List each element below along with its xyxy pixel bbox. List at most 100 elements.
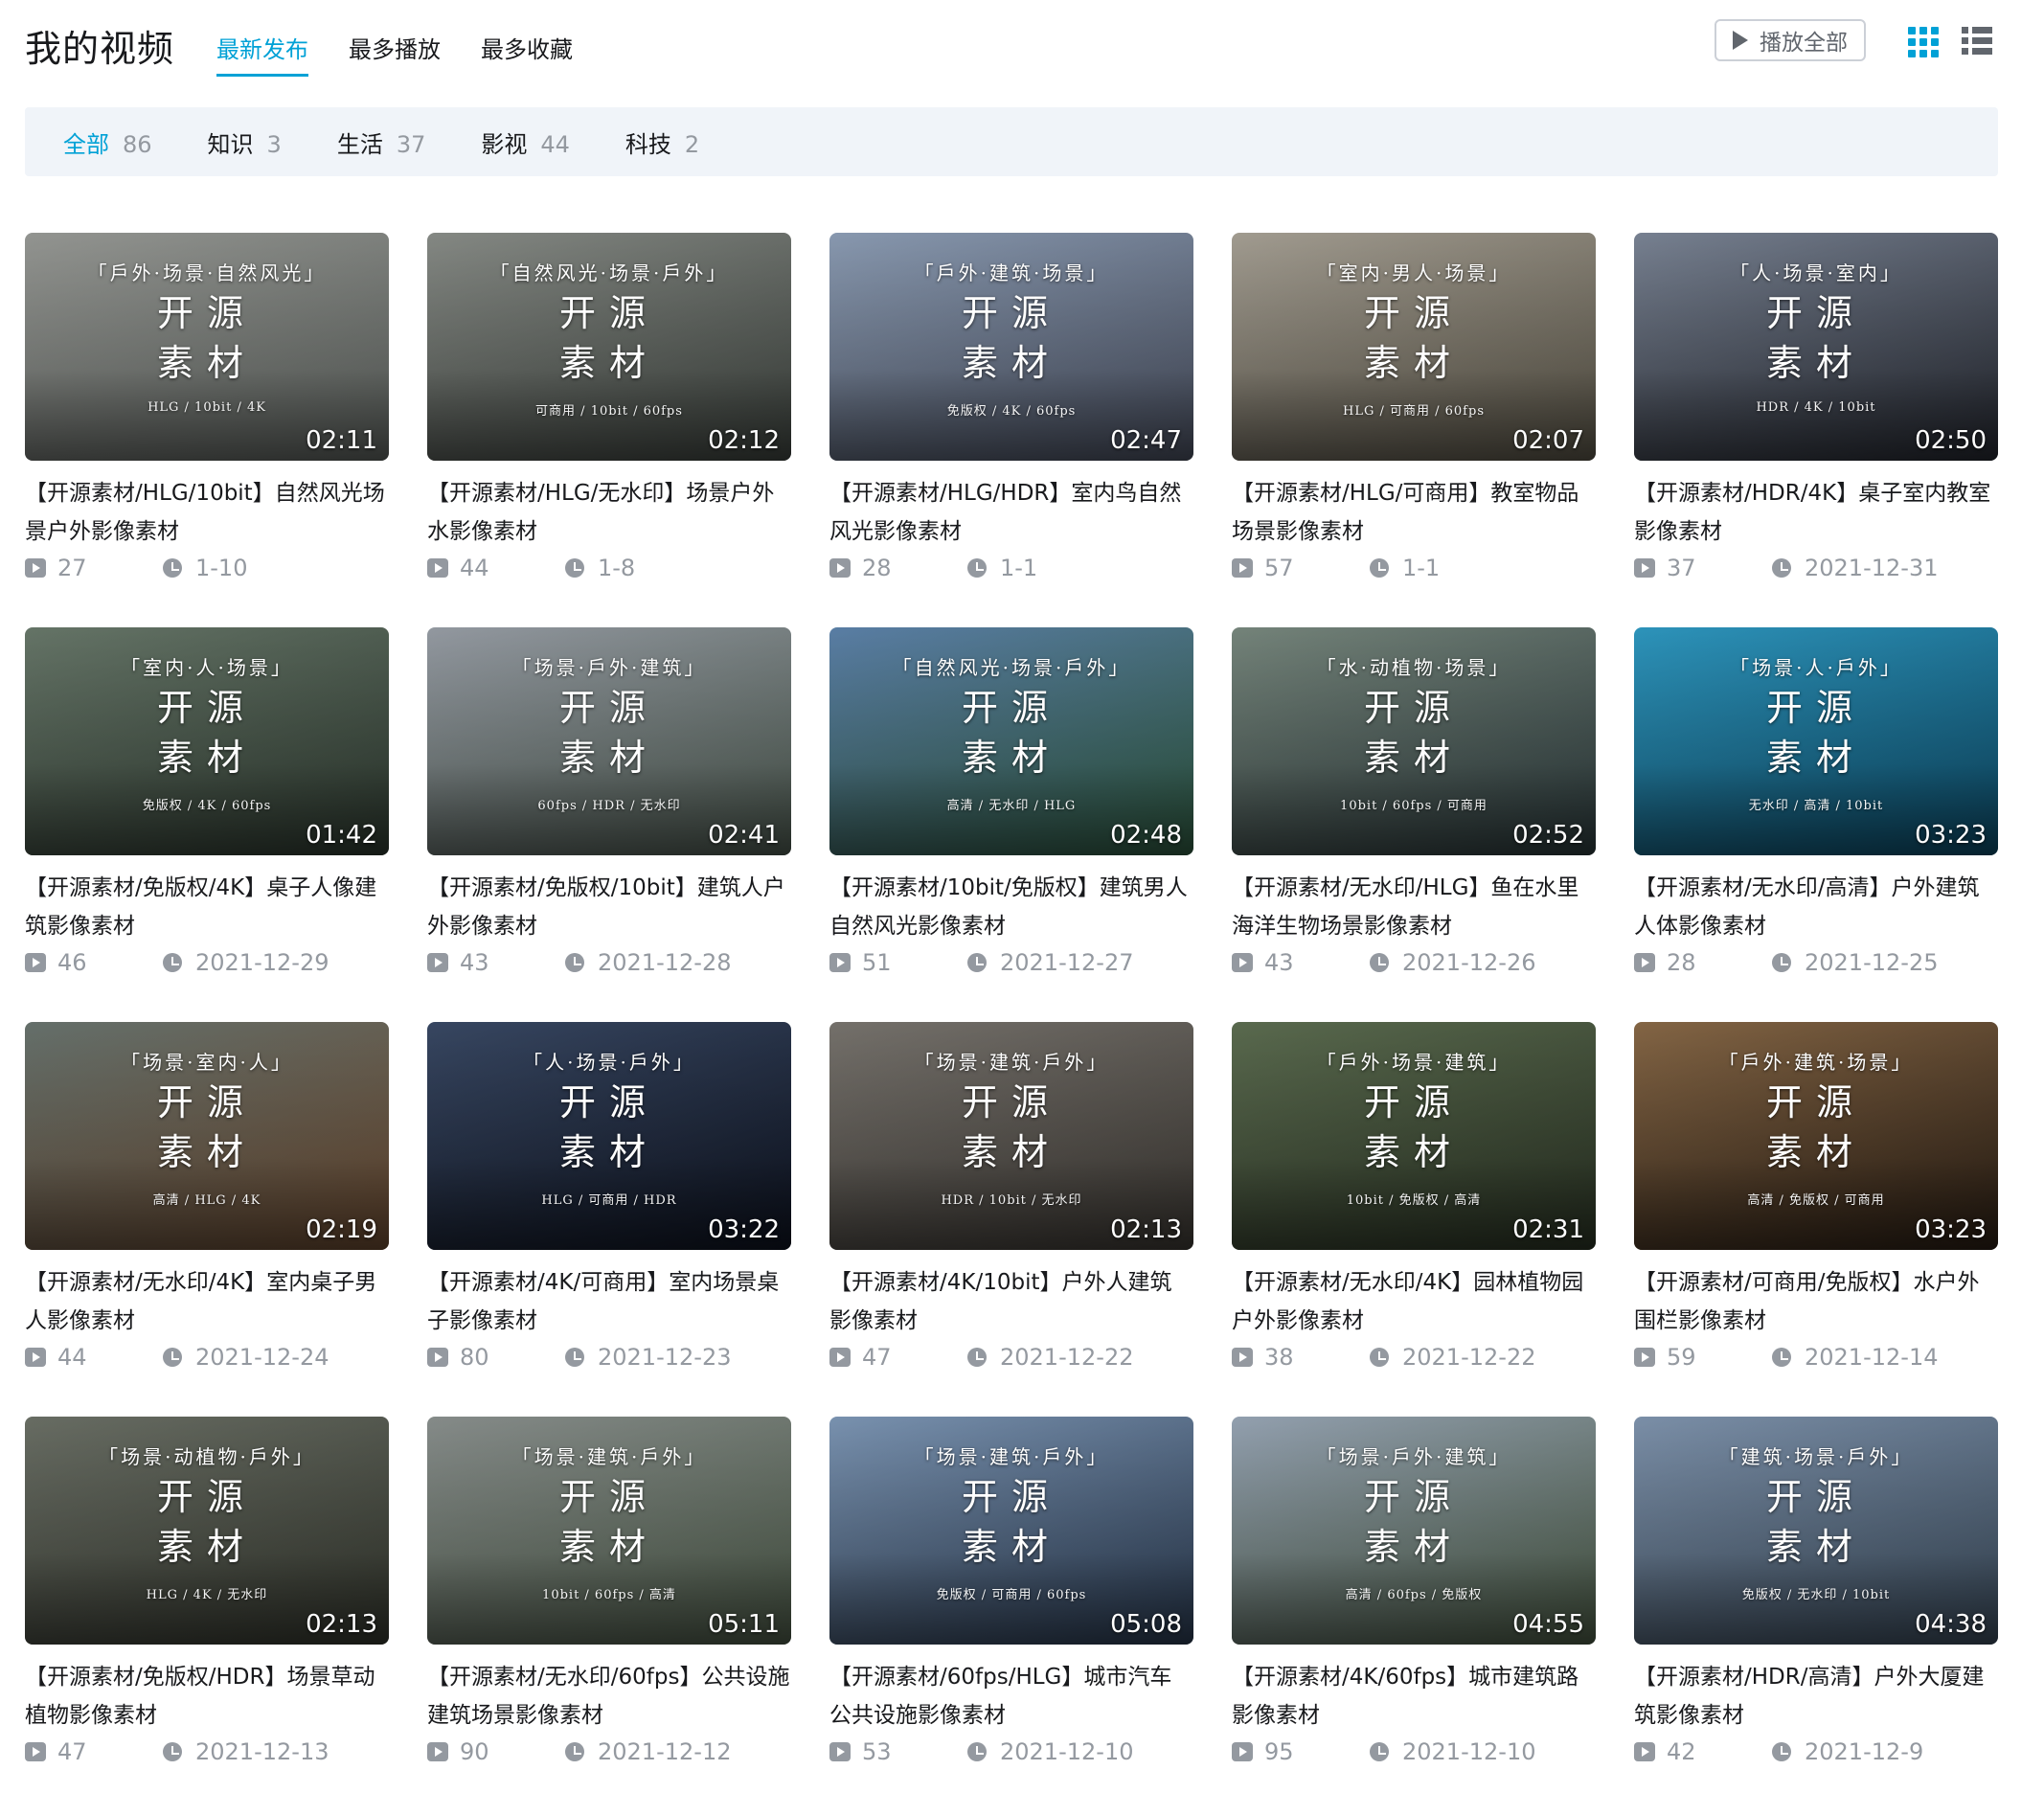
play-count-icon xyxy=(25,953,46,972)
video-thumbnail[interactable]: 「场景·建筑·戶外」 开源 素材 免版权 / 可商用 / 60fps 05:08 xyxy=(829,1417,1193,1645)
video-duration: 03:23 xyxy=(1915,1215,1987,1244)
video-duration: 03:23 xyxy=(1915,821,1987,850)
video-title[interactable]: 【开源素材/无水印/高清】户外建筑人体影像素材 xyxy=(1634,869,1998,945)
clock-icon xyxy=(967,1348,987,1367)
video-thumbnail[interactable]: 「自然风光·场景·戶外」 开源 素材 可商用 / 10bit / 60fps 02:12 xyxy=(427,233,791,461)
thumbnail-heading-line2: 素材 xyxy=(961,1526,1061,1568)
video-card[interactable]: 「戶外·建筑·场景」 开源 素材 高清 / 免版权 / 可商用 03:23 【开源素材/可… xyxy=(1634,1022,1998,1386)
video-title[interactable]: 【开源素材/HLG/HDR】室内鸟自然风光影像素材 xyxy=(829,474,1193,551)
video-thumbnail[interactable]: 「场景·动植物·戶外」 开源 素材 HLG / 4K / 无水印 02:13 xyxy=(25,1417,389,1645)
video-card[interactable]: 「人·场景·戶外」 开源 素材 HLG / 可商用 / HDR 03:22 【开源素材/4… xyxy=(427,1022,791,1386)
video-thumbnail[interactable]: 「建筑·场景·戶外」 开源 素材 免版权 / 无水印 / 10bit 04:38 xyxy=(1634,1417,1998,1645)
video-thumbnail[interactable]: 「自然风光·场景·戶外」 开源 素材 高清 / 无水印 / HLG 02:48 xyxy=(829,627,1193,855)
video-title[interactable]: 【开源素材/免版权/10bit】建筑人户外影像素材 xyxy=(427,869,791,945)
video-card[interactable]: 「人·场景·室内」 开源 素材 HDR / 4K / 10bit 02:50 【开源素材/… xyxy=(1634,233,1998,597)
video-duration: 04:55 xyxy=(1512,1610,1584,1639)
tab-most-played[interactable]: 最多播放 xyxy=(349,31,441,77)
tab-most-favorited[interactable]: 最多收藏 xyxy=(481,31,573,77)
thumbnail-heading-line2: 素材 xyxy=(1765,1131,1866,1173)
video-thumbnail[interactable]: 「戶外·建筑·场景」 开源 素材 高清 / 免版权 / 可商用 03:23 xyxy=(1634,1022,1998,1250)
video-card[interactable]: 「室内·人·场景」 开源 素材 免版权 / 4K / 60fps 01:42 【开源素材/… xyxy=(25,627,389,991)
video-thumbnail[interactable]: 「场景·人·戶外」 开源 素材 无水印 / 高清 / 10bit 03:23 xyxy=(1634,627,1998,855)
video-thumbnail[interactable]: 「场景·室内·人」 开源 素材 高清 / HLG / 4K 02:19 xyxy=(25,1022,389,1250)
video-title[interactable]: 【开源素材/免版权/HDR】场景草动植物影像素材 xyxy=(25,1658,389,1735)
video-card[interactable]: 「室内·男人·场景」 开源 素材 HLG / 可商用 / 60fps 02:07 【开源素… xyxy=(1232,233,1596,597)
video-title[interactable]: 【开源素材/HLG/10bit】自然风光场景户外影像素材 xyxy=(25,474,389,551)
video-card[interactable]: 「场景·建筑·戶外」 开源 素材 免版权 / 可商用 / 60fps 05:08 【开源素… xyxy=(829,1417,1193,1781)
clock-icon xyxy=(1772,953,1791,972)
video-title[interactable]: 【开源素材/4K/可商用】室内场景桌子影像素材 xyxy=(427,1263,791,1340)
play-all-button[interactable]: 播放全部 xyxy=(1715,19,1866,61)
clock-icon xyxy=(1370,1348,1389,1367)
video-thumbnail[interactable]: 「戶外·场景·自然风光」 开源 素材 HLG / 10bit / 4K 02:11 xyxy=(25,233,389,461)
video-title[interactable]: 【开源素材/HLG/无水印】场景户外水影像素材 xyxy=(427,474,791,551)
thumbnail-heading-line1: 开源 xyxy=(1363,292,1464,334)
video-title[interactable]: 【开源素材/HDR/4K】桌子室内教室影像素材 xyxy=(1634,474,1998,551)
video-title[interactable]: 【开源素材/无水印/4K】室内桌子男人影像素材 xyxy=(25,1263,389,1340)
play-count: 37 xyxy=(1667,555,1696,581)
video-title[interactable]: 【开源素材/HDR/高清】户外大厦建筑影像素材 xyxy=(1634,1658,1998,1735)
play-count-icon xyxy=(1634,953,1655,972)
video-meta: 44 2021-12-24 xyxy=(25,1344,389,1374)
video-card[interactable]: 「水·动植物·场景」 开源 素材 10bit / 60fps / 可商用 02:52 【开… xyxy=(1232,627,1596,991)
video-card[interactable]: 「场景·动植物·戶外」 开源 素材 HLG / 4K / 无水印 02:13 【开源素材/… xyxy=(25,1417,389,1781)
play-count: 57 xyxy=(1264,555,1294,581)
video-thumbnail[interactable]: 「室内·男人·场景」 开源 素材 HLG / 可商用 / 60fps 02:07 xyxy=(1232,233,1596,461)
video-title[interactable]: 【开源素材/无水印/60fps】公共设施建筑场景影像素材 xyxy=(427,1658,791,1735)
video-title[interactable]: 【开源素材/免版权/4K】桌子人像建筑影像素材 xyxy=(25,869,389,945)
thumbnail-heading-line1: 开源 xyxy=(156,292,257,334)
video-duration: 02:13 xyxy=(306,1610,377,1639)
video-thumbnail[interactable]: 「人·场景·室内」 开源 素材 HDR / 4K / 10bit 02:50 xyxy=(1634,233,1998,461)
thumbnail-specs: 高清 / HLG / 4K xyxy=(152,1193,261,1208)
video-thumbnail[interactable]: 「戶外·建筑·场景」 开源 素材 免版权 / 4K / 60fps 02:47 xyxy=(829,233,1193,461)
video-meta: 95 2021-12-10 xyxy=(1232,1738,1596,1769)
thumbnail-heading-line1: 开源 xyxy=(1363,1081,1464,1123)
thumbnail-overlay-text: 「戶外·建筑·场景」 开源 素材 高清 / 免版权 / 可商用 xyxy=(1634,1047,1998,1208)
video-title[interactable]: 【开源素材/无水印/4K】园林植物园户外影像素材 xyxy=(1232,1263,1596,1340)
video-title[interactable]: 【开源素材/4K/10bit】户外人建筑影像素材 xyxy=(829,1263,1193,1340)
video-thumbnail[interactable]: 「室内·人·场景」 开源 素材 免版权 / 4K / 60fps 01:42 xyxy=(25,627,389,855)
thumbnail-heading-line2: 素材 xyxy=(961,1131,1061,1173)
video-thumbnail[interactable]: 「人·场景·戶外」 开源 素材 HLG / 可商用 / HDR 03:22 xyxy=(427,1022,791,1250)
video-card[interactable]: 「场景·戶外·建筑」 开源 素材 高清 / 60fps / 免版权 04:55 【开源素材… xyxy=(1232,1417,1596,1781)
video-title[interactable]: 【开源素材/10bit/免版权】建筑男人自然风光影像素材 xyxy=(829,869,1193,945)
grid-view-icon[interactable] xyxy=(1908,27,1939,57)
video-title[interactable]: 【开源素材/HLG/可商用】教室物品场景影像素材 xyxy=(1232,474,1596,551)
filter-knowledge[interactable]: 知识 3 xyxy=(208,125,282,159)
video-card[interactable]: 「戶外·场景·建筑」 开源 素材 10bit / 免版权 / 高清 02:31 【开源素材… xyxy=(1232,1022,1596,1386)
video-card[interactable]: 「戶外·建筑·场景」 开源 素材 免版权 / 4K / 60fps 02:47 【开源素材… xyxy=(829,233,1193,597)
thumbnail-specs: 高清 / 60fps / 免版权 xyxy=(1345,1588,1483,1602)
video-thumbnail[interactable]: 「场景·建筑·戶外」 开源 素材 10bit / 60fps / 高清 05:11 xyxy=(427,1417,791,1645)
video-card[interactable]: 「场景·室内·人」 开源 素材 高清 / HLG / 4K 02:19 【开源素材/无水印… xyxy=(25,1022,389,1386)
video-thumbnail[interactable]: 「场景·建筑·戶外」 开源 素材 HDR / 10bit / 无水印 02:13 xyxy=(829,1022,1193,1250)
video-title[interactable]: 【开源素材/60fps/HLG】城市汽车公共设施影像素材 xyxy=(829,1658,1193,1735)
thumbnail-heading-line1: 开源 xyxy=(558,687,659,729)
video-title[interactable]: 【开源素材/无水印/HLG】鱼在水里海洋生物场景影像素材 xyxy=(1232,869,1596,945)
video-thumbnail[interactable]: 「水·动植物·场景」 开源 素材 10bit / 60fps / 可商用 02:52 xyxy=(1232,627,1596,855)
filter-tech[interactable]: 科技 2 xyxy=(625,125,699,159)
video-thumbnail[interactable]: 「场景·戶外·建筑」 开源 素材 高清 / 60fps / 免版权 04:55 xyxy=(1232,1417,1596,1645)
video-card[interactable]: 「场景·建筑·戶外」 开源 素材 10bit / 60fps / 高清 05:11 【开源… xyxy=(427,1417,791,1781)
filter-film[interactable]: 影视 44 xyxy=(481,125,570,159)
play-icon xyxy=(1733,31,1748,50)
video-card[interactable]: 「场景·建筑·戶外」 开源 素材 HDR / 10bit / 无水印 02:13 【开源素… xyxy=(829,1022,1193,1386)
video-meta: 42 2021-12-9 xyxy=(1634,1738,1998,1769)
video-card[interactable]: 「自然风光·场景·戶外」 开源 素材 高清 / 无水印 / HLG 02:48 【开源素材… xyxy=(829,627,1193,991)
filter-all[interactable]: 全部 86 xyxy=(63,125,152,159)
video-card[interactable]: 「戶外·场景·自然风光」 开源 素材 HLG / 10bit / 4K 02:11 【开源… xyxy=(25,233,389,597)
video-thumbnail[interactable]: 「场景·戶外·建筑」 开源 素材 60fps / HDR / 无水印 02:41 xyxy=(427,627,791,855)
play-count-icon xyxy=(25,558,46,578)
play-count: 59 xyxy=(1667,1344,1696,1371)
video-title[interactable]: 【开源素材/4K/60fps】城市建筑路影像素材 xyxy=(1232,1658,1596,1735)
video-card[interactable]: 「自然风光·场景·戶外」 开源 素材 可商用 / 10bit / 60fps 02:12… xyxy=(427,233,791,597)
video-title[interactable]: 【开源素材/可商用/免版权】水户外围栏影像素材 xyxy=(1634,1263,1998,1340)
video-card[interactable]: 「建筑·场景·戶外」 开源 素材 免版权 / 无水印 / 10bit 04:38 【开源素… xyxy=(1634,1417,1998,1781)
video-card[interactable]: 「场景·人·戶外」 开源 素材 无水印 / 高清 / 10bit 03:23 【开源素材/… xyxy=(1634,627,1998,991)
list-view-icon[interactable] xyxy=(1962,27,1992,57)
thumbnail-tags: 「场景·建筑·戶外」 xyxy=(511,1445,707,1468)
video-card[interactable]: 「场景·戶外·建筑」 开源 素材 60fps / HDR / 无水印 02:41 【开源素… xyxy=(427,627,791,991)
play-count-icon xyxy=(829,1348,851,1367)
tab-latest[interactable]: 最新发布 xyxy=(216,31,308,77)
filter-life[interactable]: 生活 37 xyxy=(337,125,426,159)
video-thumbnail[interactable]: 「戶外·场景·建筑」 开源 素材 10bit / 免版权 / 高清 02:31 xyxy=(1232,1022,1596,1250)
